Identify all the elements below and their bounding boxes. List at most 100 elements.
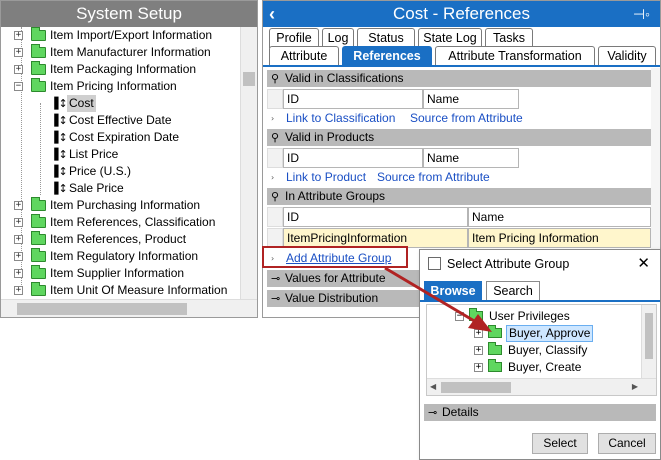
scroll-thumb[interactable]	[645, 313, 653, 359]
left-horizontal-scrollbar[interactable]	[1, 299, 257, 317]
expand-icon[interactable]: +	[14, 31, 23, 40]
source-from-attribute-link[interactable]: Source from Attribute	[377, 169, 490, 186]
section-in-attribute-groups[interactable]: ⚲ In Attribute Groups	[267, 188, 656, 205]
left-vertical-scrollbar[interactable]	[240, 27, 257, 299]
folder-icon	[31, 265, 46, 279]
tree-item-supplier[interactable]: + Item Supplier Information	[1, 265, 241, 282]
tree-item-label: User Privileges	[489, 309, 570, 323]
attribute-group-row-id[interactable]: ItemPricingInformation	[283, 228, 468, 248]
tree-item-unit-of-measure[interactable]: + Item Unit Of Measure Information	[1, 282, 241, 299]
tree-item-sale-price[interactable]: ▐↕ Sale Price	[1, 180, 241, 197]
tree-item-buyer-classify[interactable]: + Buyer, Classify	[474, 342, 644, 359]
expand-icon[interactable]: +	[474, 329, 483, 338]
tree-item-import-export[interactable]: + Item Import/Export Information	[1, 27, 241, 44]
tree-item-label: Item References, Product	[50, 232, 187, 246]
collapse-icon[interactable]: −	[455, 312, 464, 321]
tab-tasks[interactable]: Tasks	[485, 28, 533, 48]
section-valid-in-products[interactable]: ⚲ Valid in Products	[267, 129, 656, 146]
tree-item-regulatory[interactable]: + Item Regulatory Information	[1, 248, 241, 265]
tree-item-cost-effective-date[interactable]: ▐↕ Cost Effective Date	[1, 112, 241, 129]
section-valid-in-classifications[interactable]: ⚲ Valid in Classifications	[267, 70, 656, 87]
tree-item-manufacturer[interactable]: + Item Manufacturer Information	[1, 44, 241, 61]
expand-icon[interactable]: +	[14, 48, 23, 57]
tree-item-label: Buyer, Classify	[508, 343, 588, 357]
column-header-name[interactable]: Name	[423, 89, 519, 109]
expand-icon[interactable]: +	[14, 269, 23, 278]
expand-icon[interactable]: +	[474, 346, 483, 355]
tab-log[interactable]: Log	[322, 28, 354, 48]
tree-item-user-privileges[interactable]: − User Privileges	[455, 308, 635, 325]
tab-status[interactable]: Status	[357, 28, 415, 48]
tree-item-pricing[interactable]: − Item Pricing Information	[1, 78, 241, 95]
close-icon[interactable]: ✕	[637, 250, 650, 278]
expand-icon[interactable]: +	[14, 286, 23, 295]
tree-item-cost-expiration-date[interactable]: ▐↕ Cost Expiration Date	[1, 129, 241, 146]
section-title: In Attribute Groups	[285, 189, 386, 203]
expand-row-icon[interactable]: ›	[271, 110, 274, 127]
expand-icon[interactable]: +	[14, 218, 23, 227]
attribute-icon: ▐↕	[50, 114, 68, 127]
tab-profile[interactable]: Profile	[269, 28, 319, 48]
expand-icon[interactable]: +	[474, 363, 483, 372]
tree-item-references-classification[interactable]: + Item References, Classification	[1, 214, 241, 231]
section-title: Valid in Products	[285, 130, 375, 144]
right-panel-title: Cost - References	[393, 4, 530, 23]
expand-icon[interactable]: +	[14, 235, 23, 244]
tree-item-label: Cost Expiration Date	[69, 130, 180, 144]
column-header-id[interactable]: ID	[283, 89, 423, 109]
folder-icon	[31, 197, 46, 211]
column-header-id[interactable]: ID	[283, 148, 423, 168]
tab-attribute-transformation[interactable]: Attribute Transformation	[435, 46, 595, 66]
tab-attribute[interactable]: Attribute	[269, 46, 339, 66]
tree-item-references-product[interactable]: + Item References, Product	[1, 231, 241, 248]
column-header-name[interactable]: Name	[468, 207, 651, 227]
tree-item-cost[interactable]: ▐↕ Cost	[1, 95, 241, 112]
expand-icon[interactable]: +	[14, 252, 23, 261]
select-button[interactable]: Select	[532, 433, 588, 454]
link-to-classification[interactable]: Link to Classification	[286, 110, 395, 127]
column-header-id[interactable]: ID	[283, 207, 468, 227]
tree-item-buyer-approve[interactable]: + Buyer, Approve	[474, 325, 644, 342]
tab-references[interactable]: References	[342, 46, 432, 66]
attribute-group-row-name[interactable]: Item Pricing Information	[468, 228, 651, 248]
column-header-name[interactable]: Name	[423, 148, 519, 168]
tree-item-label: Item Purchasing Information	[50, 198, 201, 212]
section-details[interactable]: ⊸ Details	[424, 404, 656, 421]
tab-search[interactable]: Search	[486, 281, 540, 300]
scroll-right-icon[interactable]: ▶	[632, 382, 638, 391]
expand-row-icon[interactable]: ›	[271, 169, 274, 186]
tree-item-packaging[interactable]: + Item Packaging Information	[1, 61, 241, 78]
folder-icon	[488, 342, 502, 355]
tab-browse[interactable]: Browse	[424, 281, 482, 300]
scroll-thumb[interactable]	[17, 303, 187, 315]
tree-item-purchasing[interactable]: + Item Purchasing Information	[1, 197, 241, 214]
dialog-vertical-scrollbar[interactable]	[641, 305, 656, 379]
pin-icon[interactable]: ⊣◦	[633, 1, 650, 27]
folder-icon	[31, 282, 46, 296]
tab-state-log[interactable]: State Log	[418, 28, 482, 48]
tree-item-label: Buyer, Create	[508, 360, 582, 374]
expand-icon[interactable]: +	[14, 201, 23, 210]
link-to-product[interactable]: Link to Product	[286, 169, 366, 186]
attribute-icon: ▐↕	[50, 182, 68, 195]
tree-item-label: Item Regulatory Information	[50, 249, 199, 263]
expand-icon[interactable]: +	[14, 65, 23, 74]
row-gutter	[267, 228, 283, 248]
tree-item-buyer-create[interactable]: + Buyer, Create	[474, 359, 644, 376]
dialog-horizontal-scrollbar[interactable]: ◀ ▶	[427, 378, 656, 395]
tree-item-price-us[interactable]: ▐↕ Price (U.S.)	[1, 163, 241, 180]
tab-validity[interactable]: Validity	[598, 46, 656, 66]
back-arrow-icon[interactable]: ‹	[269, 1, 275, 27]
tree-item-list-price[interactable]: ▐↕ List Price	[1, 146, 241, 163]
source-from-attribute-link[interactable]: Source from Attribute	[410, 110, 523, 127]
tree-item-label: Item References, Classification	[50, 215, 216, 229]
scroll-thumb[interactable]	[243, 72, 255, 86]
tree-item-label: Cost	[67, 95, 96, 112]
scroll-thumb[interactable]	[441, 382, 511, 393]
cancel-button[interactable]: Cancel	[598, 433, 656, 454]
collapse-icon[interactable]: −	[14, 82, 23, 91]
attribute-icon: ▐↕	[50, 97, 68, 110]
section-title: Valid in Classifications	[285, 71, 404, 85]
scroll-left-icon[interactable]: ◀	[430, 382, 436, 391]
row-gutter	[267, 89, 283, 109]
